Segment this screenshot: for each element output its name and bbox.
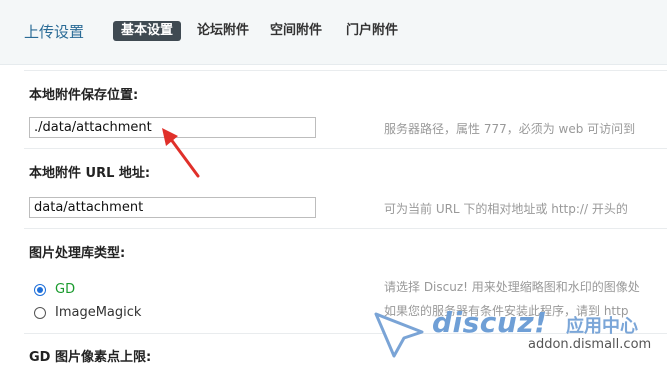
radio-label-gd: GD (55, 282, 76, 297)
watermark-logo: discuz! 应用中心 addon.dismall.com (372, 300, 667, 370)
attach-dir-label: 本地附件保存位置: (29, 88, 139, 103)
image-lib-label: 图片处理库类型: (29, 246, 126, 261)
tab-forum-attachments[interactable]: 论坛附件 (195, 21, 251, 41)
radio-option-gd[interactable]: GD (34, 282, 75, 297)
radio-label-imagemagick: ImageMagick (55, 305, 142, 320)
divider (24, 228, 667, 229)
attach-url-hint: 可为当前 URL 下的相对地址或 http:// 开头的 (384, 202, 628, 216)
tab-basic-settings[interactable]: 基本设置 (113, 21, 182, 41)
attach-dir-hint: 服务器路径，属性 777，必须为 web 可访问到 (384, 122, 636, 136)
attach-url-label: 本地附件 URL 地址: (29, 166, 151, 181)
watermark-brand: discuz! (432, 306, 548, 339)
watermark-subtitle: 应用中心 (566, 316, 638, 337)
gd-limit-label: GD 图片像素点上限: (29, 350, 152, 365)
cursor-icon (374, 312, 424, 358)
red-arrow-icon (162, 128, 200, 178)
divider (24, 148, 667, 149)
image-lib-hint-line1: 请选择 Discuz! 用来处理缩略图和水印的图像处 (384, 280, 640, 294)
watermark-domain: addon.dismall.com (528, 337, 652, 352)
radio-button-checked[interactable] (34, 283, 46, 296)
tab-space-attachments[interactable]: 空间附件 (268, 21, 324, 41)
attach-url-input[interactable] (29, 197, 316, 218)
settings-header: 上传设置 基本设置 论坛附件 空间附件 门户附件 (0, 0, 667, 65)
tab-portal-attachments[interactable]: 门户附件 (344, 21, 400, 41)
radio-button[interactable] (34, 306, 46, 319)
divider (24, 70, 667, 71)
page-title: 上传设置 (24, 23, 85, 41)
radio-option-imagemagick[interactable]: ImageMagick (34, 305, 141, 320)
